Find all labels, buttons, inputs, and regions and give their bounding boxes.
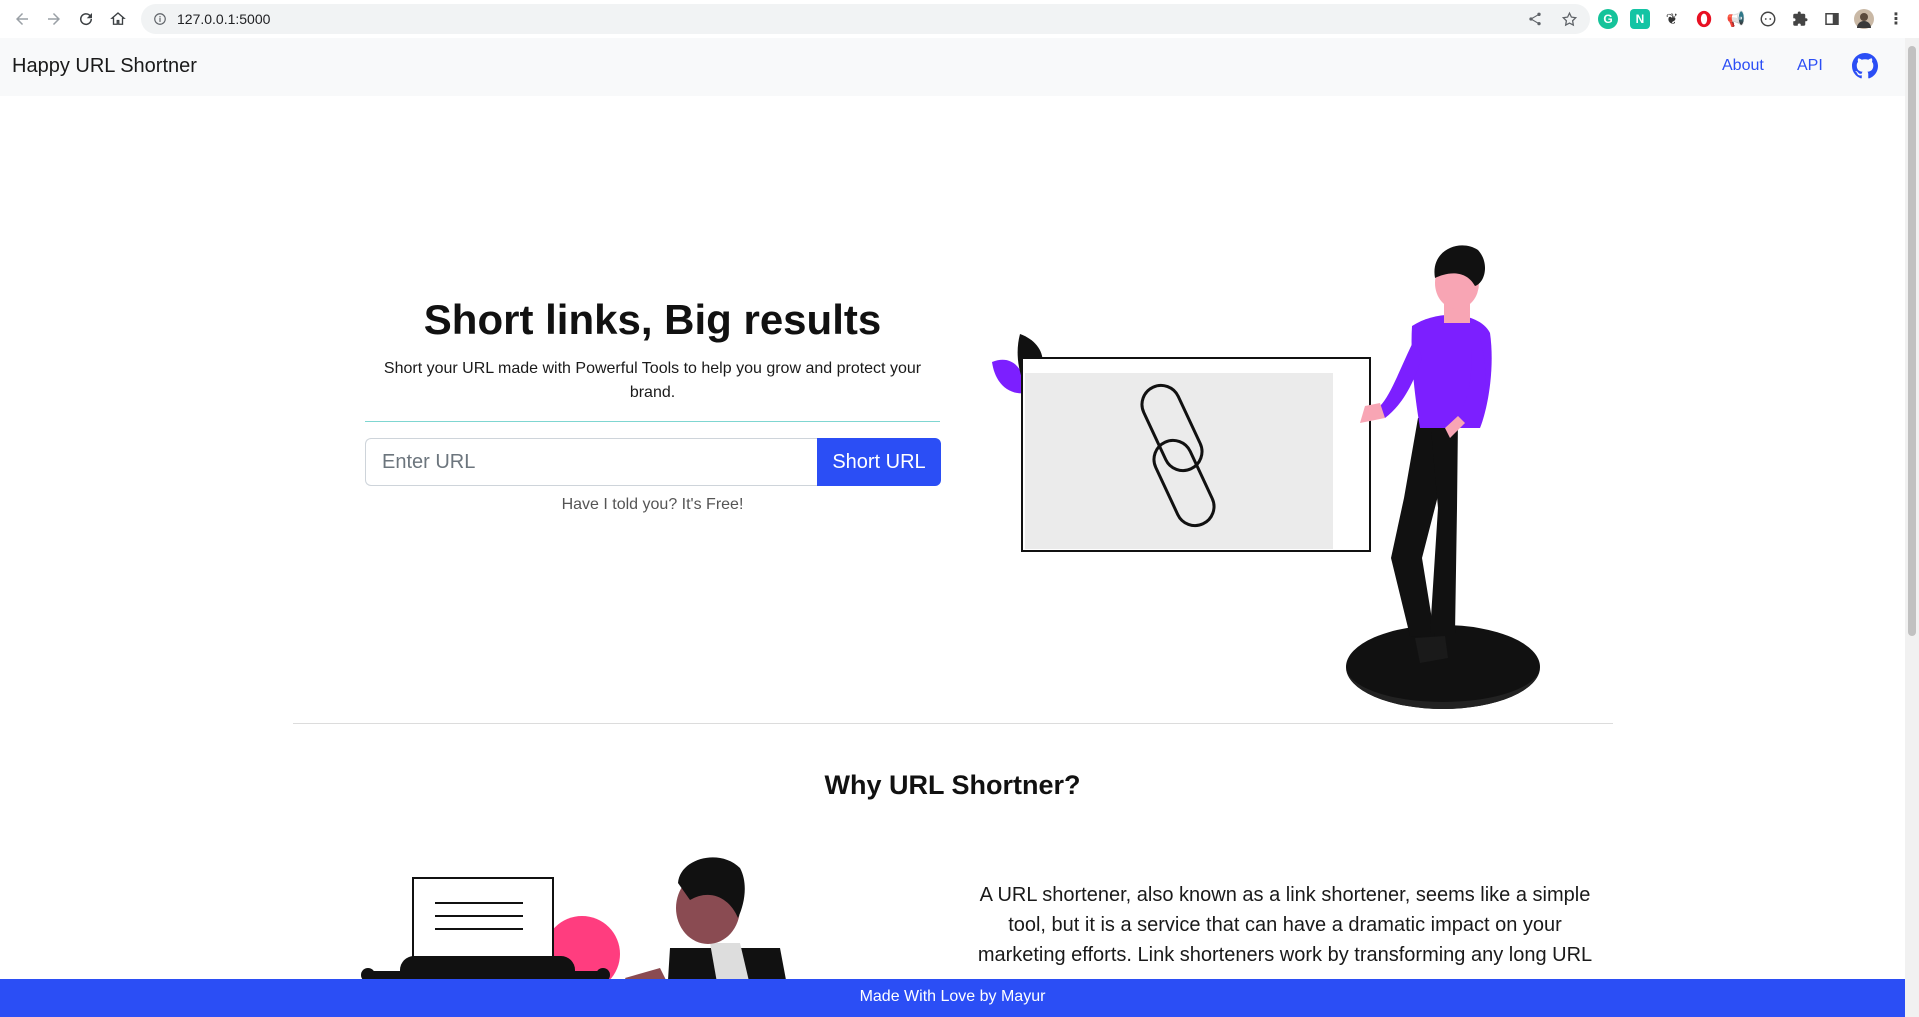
why-title: Why URL Shortner?: [824, 770, 1081, 800]
page-scrollbar[interactable]: [1905, 38, 1919, 1017]
url-input[interactable]: Enter URL: [365, 438, 818, 486]
sidepanel-icon[interactable]: [1822, 9, 1842, 29]
site-footer: Made With Love by Mayur: [0, 979, 1905, 1017]
profile-avatar[interactable]: [1854, 9, 1874, 29]
share-icon[interactable]: [1527, 11, 1543, 27]
short-url-button[interactable]: Short URL: [817, 438, 941, 486]
home-button[interactable]: [102, 3, 134, 35]
notion-ext-icon[interactable]: N: [1630, 9, 1650, 29]
page-viewport: Happy URL Shortner About API Short links…: [0, 38, 1905, 1017]
person-figure: [1346, 245, 1540, 709]
reload-icon: [80, 13, 93, 26]
back-arrow-icon: [16, 13, 28, 25]
info-icon[interactable]: [153, 12, 167, 26]
address-bar[interactable]: 127.0.0.1:5000: [141, 4, 1590, 34]
forward-arrow-icon: [48, 13, 60, 25]
scrollbar-thumb[interactable]: [1908, 46, 1916, 636]
dots-ext-icon[interactable]: [1758, 9, 1778, 29]
nav-link-about[interactable]: About: [1722, 57, 1764, 75]
site-navbar: Happy URL Shortner About API: [0, 38, 1905, 96]
url-text: 127.0.0.1:5000: [177, 11, 271, 27]
back-button[interactable]: [6, 3, 38, 35]
home-icon: [110, 12, 126, 25]
hero-subtitle: Short your URL made with Powerful Tools …: [383, 360, 922, 401]
forward-button[interactable]: [38, 3, 70, 35]
browser-toolbar: 127.0.0.1:5000 G N ❦ 📢 ⋮: [0, 0, 1919, 38]
extensions-bar: G N ❦ 📢 ⋮: [1598, 4, 1906, 34]
why-body: A URL shortener, also known as a link sh…: [977, 884, 1593, 966]
opera-ext-icon[interactable]: [1694, 9, 1714, 29]
hero-title: Short links, Big results: [423, 296, 882, 343]
puzzle-icon[interactable]: [1790, 9, 1810, 29]
github-icon[interactable]: [1852, 53, 1878, 79]
nav-link-api[interactable]: API: [1797, 57, 1823, 75]
section-divider: [293, 723, 1613, 724]
hero-divider: [365, 421, 940, 422]
omnibox-actions: [1527, 4, 1578, 34]
megaphone-ext-icon[interactable]: 📢: [1726, 9, 1746, 29]
bookmark-star-icon[interactable]: [1561, 11, 1578, 28]
hero-illustration: [992, 245, 1540, 709]
free-note: Have I told you? It's Free!: [561, 496, 744, 513]
kebab-menu-icon[interactable]: ⋮: [1886, 9, 1906, 29]
grammarly-icon[interactable]: G: [1598, 9, 1618, 29]
site-brand[interactable]: Happy URL Shortner: [12, 55, 197, 78]
reload-button[interactable]: [70, 3, 102, 35]
leaf-ext-icon[interactable]: ❦: [1662, 9, 1682, 29]
